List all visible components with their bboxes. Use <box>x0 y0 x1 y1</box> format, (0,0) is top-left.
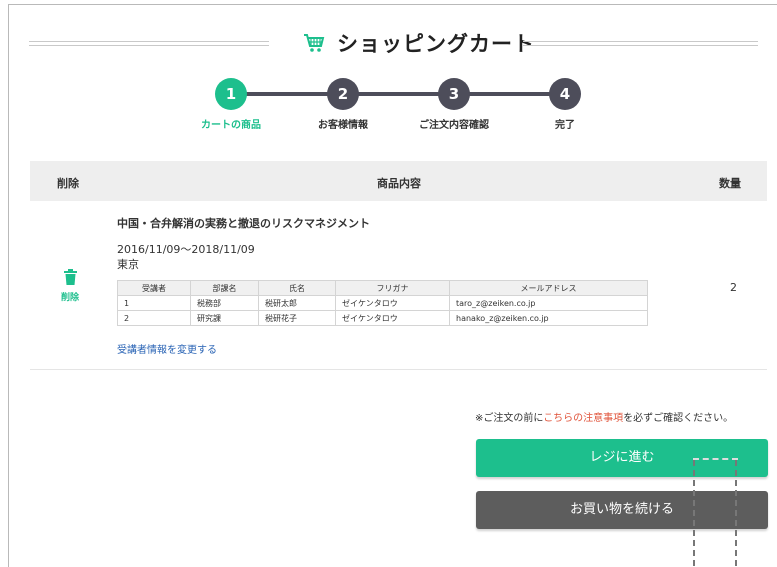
attendee-header-row: 受講者 部課名 氏名 フリガナ メールアドレス <box>117 280 648 296</box>
item-quantity: 2 <box>730 281 737 294</box>
notice-link[interactable]: こちらの注意事項 <box>543 413 623 424</box>
column-quantity: 数量 <box>719 177 741 190</box>
page-header: ショッピングカート <box>29 29 758 57</box>
dashed-guide-left <box>693 460 695 566</box>
step-number: 4 <box>549 78 581 110</box>
attendee-no: 1 <box>117 295 191 311</box>
page-title-text: ショッピングカート <box>337 32 535 56</box>
attendee-row: 2 研究課 税研花子 ゼイケンタロウ hanako_z@zeiken.co.jp <box>117 310 648 326</box>
step-label: 完了 <box>555 120 575 131</box>
attendee-email: hanako_z@zeiken.co.jp <box>449 310 648 326</box>
attendee-no: 2 <box>117 310 191 326</box>
attendee-dept: 税務部 <box>190 295 259 311</box>
continue-shopping-button[interactable]: お買い物を続ける <box>476 491 768 529</box>
step-label: カートの商品 <box>201 120 261 131</box>
notice-text-after: を必ずご確認ください。 <box>623 413 734 424</box>
cart-table-header: 削除 商品内容 数量 <box>30 161 767 201</box>
attendee-email: taro_z@zeiken.co.jp <box>449 295 648 311</box>
attendee-row: 1 税務部 税研太郎 ゼイケンタロウ taro_z@zeiken.co.jp <box>117 295 648 311</box>
product-name: 中国・合弁解消の実務と撤退のリスクマネジメント <box>117 217 370 230</box>
column-content: 商品内容 <box>377 177 421 190</box>
attendee-col-dept: 部課名 <box>190 280 259 296</box>
attendee-kana: ゼイケンタロウ <box>335 310 450 326</box>
product-location: 東京 <box>117 258 139 271</box>
header-rule-right <box>523 41 758 46</box>
attendee-name: 税研太郎 <box>258 295 336 311</box>
trash-icon <box>63 269 77 285</box>
step-2: 2 お客様情報 <box>298 78 388 131</box>
product-date: 2016/11/09～2018/11/09 <box>117 243 255 256</box>
step-label: お客様情報 <box>318 120 368 131</box>
attendee-dept: 研究課 <box>190 310 259 326</box>
change-attendee-link[interactable]: 受講者情報を変更する <box>117 341 217 356</box>
column-delete: 削除 <box>57 177 79 190</box>
attendee-col-kana: フリガナ <box>335 280 450 296</box>
delete-button[interactable]: 削除 <box>58 269 82 303</box>
step-3: 3 ご注文内容確認 <box>409 78 499 131</box>
order-notice: ※ご注文の前にこちらの注意事項を必ずご確認ください。 <box>475 409 733 424</box>
cart-item-row: 削除 中国・合弁解消の実務と撤退のリスクマネジメント 2016/11/09～20… <box>30 201 767 370</box>
step-1: 1 カートの商品 <box>186 78 276 131</box>
step-label: ご注文内容確認 <box>419 120 489 131</box>
page-frame: ショッピングカート 1 カートの商品 2 お客様情報 3 ご注文内容確認 4 完… <box>8 4 777 567</box>
step-4: 4 完了 <box>520 78 610 131</box>
step-number: 2 <box>327 78 359 110</box>
attendee-col-email: メールアドレス <box>449 280 648 296</box>
attendee-kana: ゼイケンタロウ <box>335 295 450 311</box>
progress-steps: 1 カートの商品 2 お客様情報 3 ご注文内容確認 4 完了 <box>201 78 595 131</box>
header-rule-left <box>29 41 269 46</box>
dashed-guide-top <box>693 458 738 460</box>
dashed-guide-right <box>735 460 737 566</box>
page-title: ショッピングカート <box>303 29 535 57</box>
step-number: 1 <box>215 78 247 110</box>
attendee-col-no: 受講者 <box>117 280 191 296</box>
step-number: 3 <box>438 78 470 110</box>
notice-text-before: ※ご注文の前に <box>475 413 544 424</box>
delete-label: 削除 <box>60 293 79 303</box>
attendee-name: 税研花子 <box>258 310 336 326</box>
cart-icon <box>304 34 325 52</box>
attendee-table: 受講者 部課名 氏名 フリガナ メールアドレス 1 税務部 税研太郎 ゼイケンタ… <box>117 280 648 326</box>
attendee-col-name: 氏名 <box>258 280 336 296</box>
